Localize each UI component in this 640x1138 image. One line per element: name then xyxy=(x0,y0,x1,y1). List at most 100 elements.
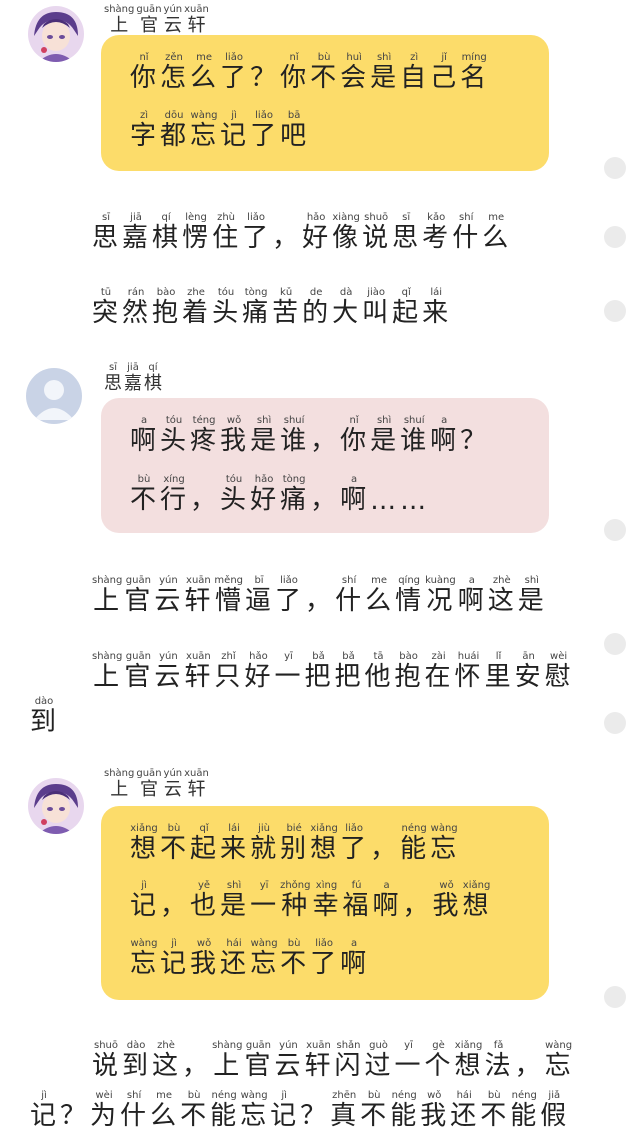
hanzi-char: 嘉jiā xyxy=(122,212,151,253)
pinyin: měng xyxy=(214,575,244,586)
scroll-dot[interactable] xyxy=(604,157,626,179)
hanzi-char: 抱bào xyxy=(394,651,423,692)
hanzi-char: 还hái xyxy=(450,1090,479,1131)
hanzi-char: 来lái xyxy=(422,287,451,328)
pinyin: kǔ xyxy=(272,287,301,298)
hanzi-char: 了liǎo xyxy=(250,110,279,151)
hanzi-char: 不bù xyxy=(160,823,189,864)
pinyin: jì xyxy=(220,110,249,121)
hanzi-char: 云yún xyxy=(163,4,183,36)
pinyin: xuān xyxy=(304,1040,333,1051)
hanzi-char: 官guān xyxy=(124,651,153,692)
pinyin: xiǎng xyxy=(310,823,339,834)
hanzi-char: 在zài xyxy=(424,651,453,692)
hanzi-char: 名míng xyxy=(460,52,489,93)
pinyin: de xyxy=(302,287,331,298)
hanzi-char: 么me xyxy=(150,1090,179,1131)
hanzi-char: 么me xyxy=(365,575,394,616)
pinyin: bī xyxy=(245,575,274,586)
hanzi-char: 头tóu xyxy=(160,415,189,456)
pinyin: néng xyxy=(400,823,429,834)
hanzi-char: 也yě xyxy=(190,880,219,921)
pinyin: shì xyxy=(370,52,399,63)
pinyin: qí xyxy=(144,362,162,373)
scroll-dot[interactable] xyxy=(604,519,626,541)
pinyin: hǎo xyxy=(250,474,279,485)
hanzi-char: 还hái xyxy=(220,938,249,979)
pinyin: guān xyxy=(124,575,153,586)
pinyin: a xyxy=(457,575,486,586)
pinyin: wèi xyxy=(544,651,573,662)
pinyin: lǐ xyxy=(484,651,513,662)
hanzi-char: ， xyxy=(160,891,189,921)
hanzi-char: 云yún xyxy=(163,768,183,800)
hanzi-char: 这zhè xyxy=(487,575,516,616)
hanzi-char: 思sī xyxy=(92,212,121,253)
scroll-dot[interactable] xyxy=(604,300,626,322)
hanzi-char: 什shí xyxy=(452,212,481,253)
hanzi-char: 起qǐ xyxy=(392,287,421,328)
pinyin: me xyxy=(190,52,219,63)
hanzi-char: 想xiǎng xyxy=(310,823,339,864)
narration-line: 记jì？为wèi 什shí 么me 不bù 能néng 忘wàng 记jì？真zhēn 不bù… xyxy=(30,1090,570,1132)
scroll-dot[interactable] xyxy=(604,633,626,655)
hanzi-char: 什shí xyxy=(335,575,364,616)
hanzi-char: 云yún xyxy=(154,651,183,692)
pinyin: zài xyxy=(424,651,453,662)
avatar-siqi[interactable] xyxy=(26,368,82,424)
pinyin: xuān xyxy=(184,4,209,15)
pinyin: a xyxy=(372,880,401,891)
message-line: 你nǐ 怎zěn 么me 了liǎo？你nǐ 不bù 会huì 是shì 自zì 己jǐ 名mín… xyxy=(130,52,490,94)
hanzi-char: 么me xyxy=(482,212,511,253)
hanzi-char: 好hǎo xyxy=(250,474,279,515)
pinyin: me xyxy=(482,212,511,223)
pinyin: huái xyxy=(454,651,483,662)
avatar-shangguan[interactable] xyxy=(28,6,84,62)
pinyin: bù xyxy=(360,1090,389,1101)
pinyin: hái xyxy=(220,938,249,949)
pinyin: jiù xyxy=(250,823,279,834)
hanzi-char: 懵měng xyxy=(214,575,244,616)
pinyin: liǎo xyxy=(250,110,279,121)
hanzi-char: 官guān xyxy=(136,4,162,36)
hanzi-char: 愣lèng xyxy=(182,212,211,253)
hanzi-char: ， xyxy=(310,485,339,515)
pinyin: dào xyxy=(30,696,58,707)
hanzi-char: 不bù xyxy=(310,52,339,93)
hanzi-char: 抱bào xyxy=(152,287,181,328)
hanzi-char: 忘wàng xyxy=(544,1040,573,1081)
hanzi-char: 轩xuān xyxy=(184,575,213,616)
pinyin: shí xyxy=(335,575,364,586)
pinyin: a xyxy=(430,415,459,426)
name-ruby: 上shàng 官guān 云yún 轩xuān xyxy=(104,4,211,37)
scroll-dot[interactable] xyxy=(604,986,626,1008)
scroll-dot[interactable] xyxy=(604,712,626,734)
hanzi-char: 个gè xyxy=(424,1040,453,1081)
avatar-shangguan[interactable] xyxy=(28,778,84,834)
avatar-shangguan-image xyxy=(28,778,84,834)
default-user-icon xyxy=(26,368,82,424)
pinyin: guò xyxy=(364,1040,393,1051)
hanzi-char: 什shí xyxy=(120,1090,149,1131)
hanzi-char: 你nǐ xyxy=(340,415,369,456)
pinyin: qíng xyxy=(395,575,424,586)
hanzi-char: 是shì xyxy=(517,575,546,616)
pinyin: sī xyxy=(104,362,122,373)
pinyin: lèng xyxy=(182,212,211,223)
pinyin: zhēn xyxy=(330,1090,359,1101)
hanzi-char: ？ xyxy=(250,63,279,93)
hanzi-char: 轩xuān xyxy=(184,4,209,36)
pinyin: wàng xyxy=(130,938,158,949)
hanzi-char: 你nǐ xyxy=(280,52,309,93)
hanzi-char: 不bù xyxy=(180,1090,209,1131)
pinyin: zhǒng xyxy=(280,880,311,891)
hanzi-char: 里lǐ xyxy=(484,651,513,692)
scroll-dot[interactable] xyxy=(604,226,626,248)
hanzi-char: 轩xuān xyxy=(304,1040,333,1081)
speaker-name: 上shàng 官guān 云yún 轩xuān xyxy=(104,4,211,37)
pinyin: jì xyxy=(130,880,158,891)
pinyin: a xyxy=(340,474,369,485)
hanzi-char: 叫jiào xyxy=(362,287,391,328)
hanzi-char: 考kǎo xyxy=(422,212,451,253)
pinyin: néng xyxy=(510,1090,539,1101)
